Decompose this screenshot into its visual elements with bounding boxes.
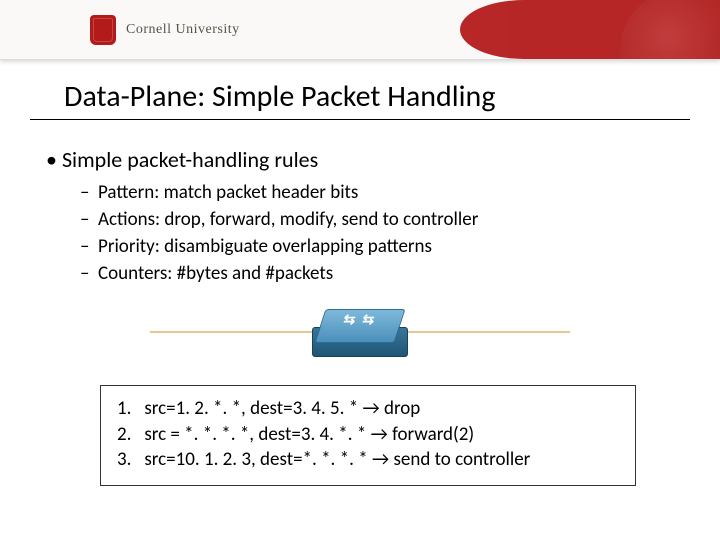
rule-item: 2. src = *. *. *. *, dest=3. 4. *. * → f…	[117, 422, 619, 448]
bullet-level2: Priority: disambiguate overlapping patte…	[98, 235, 680, 258]
slide-banner: Cornell University	[0, 0, 720, 60]
switch-diagram: ⇆ ⇆	[150, 297, 570, 377]
crest-icon	[90, 15, 116, 45]
bullet-level2: Counters: #bytes and #packets	[98, 262, 680, 285]
org-wordmark: Cornell University	[126, 22, 240, 38]
bullet-level2: Pattern: match packet header bits	[98, 181, 680, 204]
bullet-level1: Simple packet-handling rules	[46, 146, 680, 173]
slide-body: Simple packet-handling rules Pattern: ma…	[0, 120, 720, 486]
network-switch-icon: ⇆ ⇆	[312, 309, 408, 365]
rule-item: 3. src=10. 1. 2. 3, dest=*. *. *. * → se…	[117, 447, 619, 473]
org-logo: Cornell University	[90, 15, 240, 45]
slide-title: Data-Plane: Simple Packet Handling	[30, 60, 690, 120]
bullet-level2: Actions: drop, forward, modify, send to …	[98, 208, 680, 231]
rule-item: 1. src=1. 2. *. *, dest=3. 4. 5. * → dro…	[117, 396, 619, 422]
banner-decoration	[460, 0, 720, 59]
rules-box: 1. src=1. 2. *. *, dest=3. 4. 5. * → dro…	[100, 385, 636, 486]
